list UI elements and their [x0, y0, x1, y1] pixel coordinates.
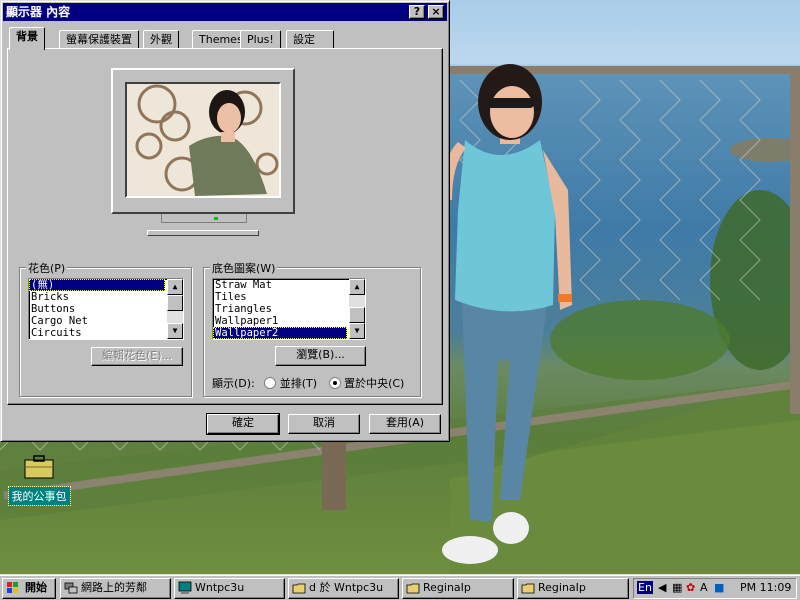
dialog-title: 顯示器 內容 — [6, 5, 71, 19]
pattern-listbox[interactable]: (無) Bricks Buttons Cargo Net Circuits ▲ … — [28, 278, 184, 340]
scroll-up-icon[interactable]: ▲ — [167, 279, 183, 295]
taskbar-item-label: d 於 Wntpc3u — [309, 581, 384, 594]
taskbar-item-label: ReginaIp — [538, 581, 586, 594]
taskbar-item-network[interactable]: 網路上的芳鄰 — [60, 578, 171, 599]
taskbar: 開始 網路上的芳鄰 Wntpc3u d 於 Wntpc3u ReginaIp R… — [0, 574, 800, 600]
briefcase-icon — [24, 455, 54, 479]
tray-app-icon[interactable]: ✿ — [686, 581, 695, 594]
folder-icon — [292, 583, 306, 594]
preview-screen — [125, 82, 281, 198]
radio-center[interactable]: 置於中央(C) — [328, 377, 405, 390]
display-label: 顯示(D): — [212, 377, 255, 390]
monitor-led — [214, 217, 218, 220]
apply-button[interactable]: 套用(A) — [369, 414, 441, 434]
list-item[interactable]: Tiles — [213, 291, 365, 303]
scroll-thumb[interactable] — [349, 307, 365, 323]
list-item[interactable]: Wallpaper1 — [213, 315, 365, 327]
list-item[interactable]: Triangles — [213, 303, 365, 315]
pattern-label: 花色(P) — [26, 260, 68, 276]
start-label: 開始 — [25, 581, 47, 594]
start-button[interactable]: 開始 — [2, 578, 56, 599]
radio-tile-label: 並排(T) — [279, 377, 318, 390]
font-icon[interactable]: A — [700, 581, 708, 594]
clock[interactable]: PM 11:09 — [740, 581, 791, 594]
radio-tile-circle[interactable] — [264, 377, 277, 389]
browse-button[interactable]: 瀏覽(B)... — [275, 346, 366, 366]
monitor-neck — [161, 214, 247, 223]
desktop-icon-briefcase[interactable]: 我的公事包 — [4, 454, 74, 506]
folder-icon — [406, 583, 420, 594]
pattern-scrollbar[interactable]: ▲ ▼ — [167, 279, 183, 339]
scroll-thumb[interactable] — [167, 295, 183, 311]
language-indicator[interactable]: En — [637, 581, 653, 594]
taskbar-item-wntpc3u[interactable]: Wntpc3u — [174, 578, 285, 599]
tab-appearance[interactable]: 外觀 — [143, 30, 179, 49]
list-item[interactable]: Wallpaper2 — [213, 327, 347, 339]
list-item[interactable]: Circuits — [29, 327, 183, 339]
monitor-base — [147, 230, 259, 236]
taskbar-item-reginaip-2[interactable]: ReginaIp — [517, 578, 629, 599]
display-properties-dialog: 顯示器 內容 ? × 背景 螢幕保護裝置 外觀 Themes Plus! 設定 — [0, 0, 450, 442]
edit-pattern-button[interactable]: 編輯花色(E)... — [91, 347, 183, 366]
title-bar[interactable]: 顯示器 內容 ? × — [3, 3, 447, 21]
taskbar-item-label: 網路上的芳鄰 — [81, 581, 147, 594]
list-item[interactable]: Bricks — [29, 291, 183, 303]
desktop-icon-label: 我的公事包 — [7, 486, 71, 506]
monitor-tray-icon[interactable]: ■ — [714, 581, 724, 594]
help-button[interactable]: ? — [409, 5, 425, 19]
scroll-down-icon[interactable]: ▼ — [167, 323, 183, 339]
list-item[interactable]: Buttons — [29, 303, 183, 315]
scroll-up-icon[interactable]: ▲ — [349, 279, 365, 295]
folder-icon — [521, 583, 535, 594]
wallpaper-label: 底色圖案(W) — [210, 260, 278, 276]
taskbar-item-reginaip-1[interactable]: ReginaIp — [402, 578, 514, 599]
radio-center-label: 置於中央(C) — [344, 377, 405, 390]
radio-tile[interactable]: 並排(T) — [264, 377, 320, 390]
list-item[interactable]: Straw Mat — [213, 279, 365, 291]
tab-settings[interactable]: 設定 — [286, 30, 334, 49]
monitor-preview — [111, 68, 295, 214]
wallpaper-listbox[interactable]: Straw Mat Tiles Triangles Wallpaper1 Wal… — [212, 278, 366, 340]
volume-icon[interactable]: ◀ — [658, 581, 666, 594]
keyboard-icon[interactable]: ▦ — [672, 581, 682, 594]
radio-center-circle[interactable] — [328, 377, 341, 389]
computer-icon — [178, 581, 192, 594]
list-item[interactable]: Cargo Net — [29, 315, 183, 327]
tab-background[interactable]: 背景 — [9, 27, 45, 50]
windows-logo-icon — [7, 582, 18, 593]
ok-button[interactable]: 確定 — [206, 413, 280, 435]
list-item[interactable]: (無) — [29, 279, 165, 291]
cancel-button[interactable]: 取消 — [288, 414, 360, 434]
scroll-down-icon[interactable]: ▼ — [349, 323, 365, 339]
preview-image — [127, 84, 279, 196]
wallpaper-scrollbar[interactable]: ▲ ▼ — [349, 279, 365, 339]
taskbar-item-label: ReginaIp — [423, 581, 471, 594]
tab-plus[interactable]: Plus! — [240, 30, 281, 49]
taskbar-item-d-wntpc3u[interactable]: d 於 Wntpc3u — [288, 578, 399, 599]
system-tray: En ◀ ▦ ✿ A ■ PM 11:09 — [633, 578, 797, 599]
tab-screensaver[interactable]: 螢幕保護裝置 — [59, 30, 139, 49]
close-button[interactable]: × — [428, 5, 444, 19]
taskbar-item-label: Wntpc3u — [195, 581, 245, 594]
network-icon — [64, 582, 78, 594]
display-mode-row: 顯示(D): 並排(T) 置於中央(C) — [212, 375, 404, 391]
